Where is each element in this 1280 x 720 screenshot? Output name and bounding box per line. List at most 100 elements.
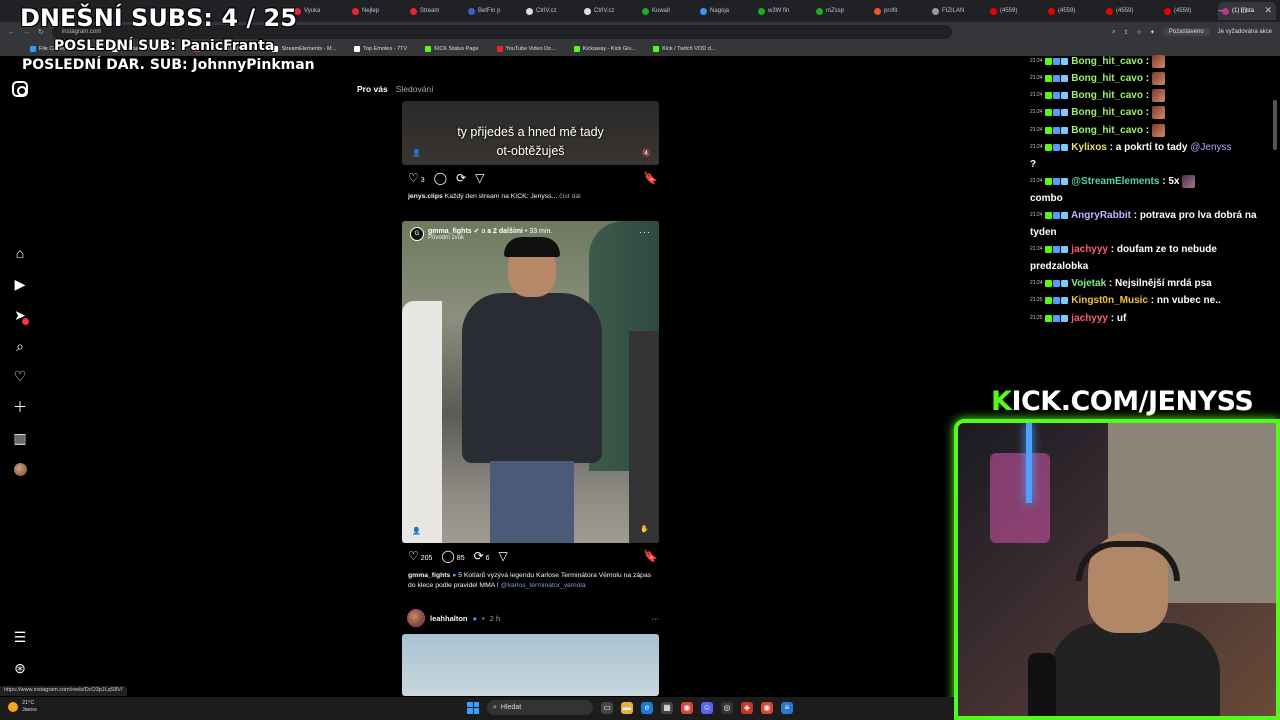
page-scrollbar[interactable]	[1273, 100, 1277, 150]
tab-following[interactable]: Sledování	[396, 84, 434, 94]
browser-tab[interactable]: (4559)	[1102, 2, 1160, 20]
like-button[interactable]: ♡ 205	[408, 550, 432, 562]
menu-icon[interactable]: ☰	[10, 627, 30, 647]
post2-caption-username[interactable]: gmma_fights	[408, 572, 450, 579]
maximize-icon[interactable]: □	[1241, 5, 1246, 16]
tagged-user-icon[interactable]: 👤	[412, 149, 421, 157]
chat-username[interactable]: Bong_hit_cavo	[1071, 125, 1143, 136]
back-icon[interactable]: ←	[8, 29, 15, 36]
post2-collaborators[interactable]: a 2 dalšími	[487, 228, 523, 235]
minimize-icon[interactable]: –	[1218, 5, 1223, 16]
comment-button[interactable]: ◯ 85	[441, 550, 464, 562]
chat-username[interactable]: Kingst0n_Music	[1071, 296, 1148, 307]
browser-tab[interactable]: Nagoja	[696, 2, 754, 20]
discord-icon[interactable]: ☺	[701, 701, 713, 714]
chrome-icon[interactable]: ◉	[681, 701, 693, 714]
tagged-user-icon[interactable]: 👤	[412, 527, 421, 535]
post2-avatar[interactable]: G	[410, 227, 424, 241]
more-options-icon[interactable]: ···	[639, 227, 651, 237]
more-options-icon[interactable]: ···	[652, 614, 660, 623]
browser-tab[interactable]: profit	[870, 2, 928, 20]
browser-tab[interactable]: FIZILAN	[928, 2, 986, 20]
bookmark-item[interactable]: KICK Status Page	[425, 46, 479, 52]
profile-avatar[interactable]	[10, 459, 30, 479]
profile-button[interactable]: Pozastaveno	[1162, 28, 1210, 36]
chat-username[interactable]: Bong_hit_cavo	[1071, 90, 1143, 101]
search-icon[interactable]: ⌕	[10, 336, 30, 356]
bookmark-item[interactable]: Kickaway - Kick Giv...	[573, 46, 635, 52]
chat-username[interactable]: Vojetak	[1071, 278, 1106, 289]
chat-username[interactable]: AngryRabbit	[1071, 210, 1131, 221]
chat-username[interactable]: Kylixos	[1071, 142, 1107, 153]
browser-tab[interactable]: Vyuka	[290, 2, 348, 20]
store-icon[interactable]: ▦	[661, 701, 673, 714]
browser-tab[interactable]: (4559)	[986, 2, 1044, 20]
bookmark-item[interactable]: StreamElements - M...	[272, 46, 336, 52]
edge-icon[interactable]: e	[641, 701, 653, 714]
repost-button[interactable]: ⟳ 6	[474, 550, 490, 562]
browser-tab[interactable]: (4559)	[1044, 2, 1102, 20]
bookmark-item[interactable]: YouTube Video Do...	[496, 46, 556, 52]
send-icon[interactable]: ▽	[475, 172, 484, 184]
save-icon[interactable]: 🔖	[643, 549, 658, 563]
send-icon[interactable]: ▽	[499, 550, 508, 562]
browser-tab[interactable]: Stream	[406, 2, 464, 20]
post1-video[interactable]: ty přijedeš a hned mě tady ot-obtěžuješ …	[402, 101, 659, 165]
bookmark-item[interactable]: Kick / Twitch VOD d...	[653, 46, 715, 52]
star-icon[interactable]: ☆	[1137, 29, 1142, 36]
browser-tab[interactable]: CtrlV.cz	[522, 2, 580, 20]
read-more-link[interactable]: číst dál	[559, 193, 581, 200]
mute-icon[interactable]: 🔇	[642, 149, 651, 157]
post3-username[interactable]: leahhalton	[430, 614, 468, 623]
extensions-icon[interactable]: ✦	[1150, 29, 1155, 36]
browser-tab[interactable]: Kuwait	[638, 2, 696, 20]
post3-media[interactable]	[402, 634, 659, 696]
chrome-icon-2[interactable]: ◉	[761, 701, 773, 714]
post3-avatar[interactable]	[407, 609, 425, 627]
repost-icon[interactable]: ⟳	[456, 172, 466, 184]
action-required-label[interactable]: Je vyžadována akce	[1218, 29, 1272, 35]
taskbar-search[interactable]: ⌕ Hledat	[487, 700, 593, 715]
app-icon[interactable]: ◈	[741, 701, 753, 714]
browser-tab[interactable]: Nejlep	[348, 2, 406, 20]
save-icon[interactable]: 🔖	[643, 171, 658, 185]
reels-icon[interactable]: ▶	[10, 274, 30, 294]
close-icon[interactable]: ✕	[1264, 5, 1272, 16]
instagram-logo-icon[interactable]	[12, 81, 28, 97]
browser-tab[interactable]: CtrlV.cz	[580, 2, 638, 20]
browser-tab[interactable]: BetFin p	[464, 2, 522, 20]
start-icon[interactable]	[467, 701, 479, 714]
post2-username[interactable]: gmma_fights	[428, 228, 472, 235]
bookmark-item[interactable]: Top Emotes - 7TV	[354, 46, 407, 52]
chat-username[interactable]: Bong_hit_cavo	[1071, 108, 1143, 119]
browser-tab[interactable]: mZssp	[812, 2, 870, 20]
weather-widget[interactable]: 21°C Jasno	[8, 700, 37, 714]
zoom-icon[interactable]: ⌕	[1112, 29, 1115, 36]
comment-icon[interactable]: ◯	[434, 172, 447, 184]
chat-mention[interactable]: @Jenyss	[1190, 142, 1231, 153]
chat-username[interactable]: Bong_hit_cavo	[1071, 73, 1143, 84]
mention-link[interactable]: @karlos_terminator_vemola	[501, 582, 586, 589]
messages-icon[interactable]: ➤	[10, 305, 30, 325]
browser-tab[interactable]: w3W fin	[754, 2, 812, 20]
tab-for-you[interactable]: Pro vás	[357, 84, 388, 94]
create-icon[interactable]: ＋	[10, 397, 30, 417]
post1-username[interactable]: jenys.clips	[408, 193, 443, 200]
chat-username[interactable]: jachyyy	[1071, 313, 1108, 324]
task-view-icon[interactable]: ▭	[601, 701, 613, 714]
dashboard-icon[interactable]: ▥	[10, 428, 30, 448]
threads-icon[interactable]: ⊛	[10, 658, 30, 678]
obs-icon[interactable]: ◎	[721, 701, 733, 714]
file-explorer-icon[interactable]: ▬	[621, 701, 633, 714]
like-button[interactable]: ♡ 3	[408, 172, 425, 184]
chat-username[interactable]: jachyyy	[1071, 244, 1108, 255]
post2-audio[interactable]: Původní zvuk	[428, 235, 552, 241]
chat-username[interactable]: @StreamElements	[1071, 176, 1159, 187]
share-icon[interactable]: ⇪	[1123, 29, 1128, 36]
notepad-icon[interactable]: ≡	[781, 701, 793, 714]
notifications-icon[interactable]: ♡	[10, 366, 30, 386]
browser-tab[interactable]: (4559)	[1160, 2, 1218, 20]
home-icon[interactable]: ⌂	[10, 243, 30, 263]
chat-username[interactable]: Bong_hit_cavo	[1071, 56, 1143, 67]
post2-video[interactable]: G gmma_fights ✔ a a 2 dalšími • 33 min. …	[402, 221, 659, 543]
